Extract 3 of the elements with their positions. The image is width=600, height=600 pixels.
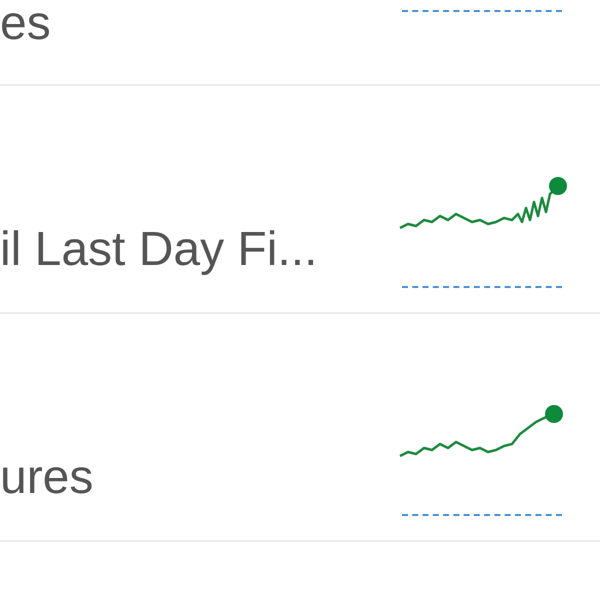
instrument-name: ures xyxy=(0,454,94,502)
instrument-name: il Last Day Fi... xyxy=(0,226,318,274)
instrument-name: es xyxy=(0,0,51,48)
